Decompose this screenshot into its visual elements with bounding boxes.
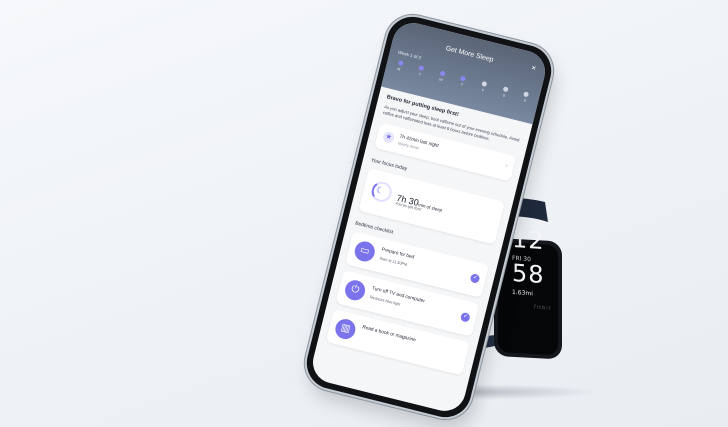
day-indicator: M (393, 59, 405, 72)
phone-screen: ✕ Get More Sleep Week 1 of 2 M T W T F S… (308, 18, 550, 416)
week-label: Week 1 of 2 (397, 49, 422, 61)
focus-card[interactable]: ☾ 7h 30min of sleep You've got this! (358, 168, 505, 245)
check-icon[interactable]: ✓ (469, 273, 481, 285)
tracker-minute: 58 (512, 258, 545, 290)
tracker-hour: 12 (512, 224, 545, 256)
day-indicator: S (499, 86, 511, 99)
bed-icon: ▭ (352, 239, 377, 264)
plug-icon: ⏻ (342, 278, 368, 303)
day-indicator: T (415, 65, 427, 78)
day-indicator: T (457, 75, 469, 88)
program-content: Bravo for putting sleep first! As you ad… (324, 94, 523, 381)
day-indicator: F (478, 80, 490, 93)
day-indicator: S (520, 91, 532, 104)
check-icon[interactable]: ✓ (459, 311, 471, 323)
checklist-item-title: Read a book or magazine (361, 325, 417, 344)
star-icon: ★ (381, 130, 396, 145)
book-icon: ▥ (333, 317, 358, 342)
tracker-brand: fitbit (534, 304, 552, 312)
day-indicator: W (436, 70, 448, 83)
chevron-right-icon: › (504, 163, 509, 170)
tracker-distance: 1.63mi (512, 288, 533, 298)
